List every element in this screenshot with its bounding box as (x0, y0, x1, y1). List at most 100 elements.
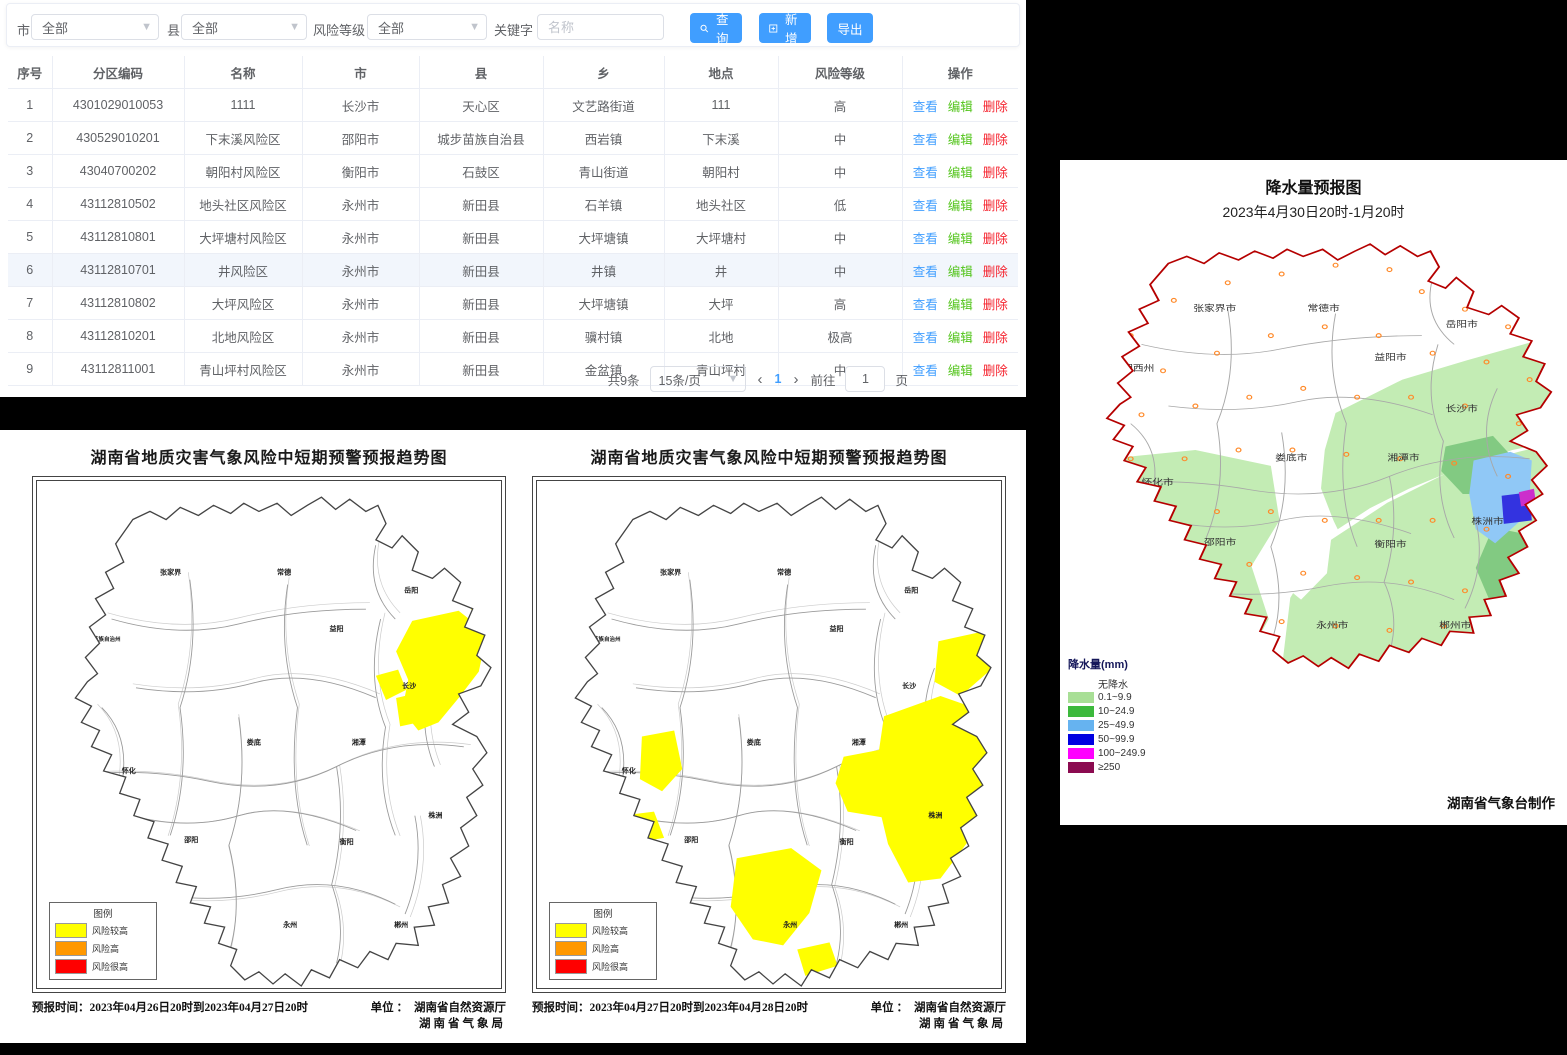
city-label: 邵阳 (183, 835, 198, 844)
city-label: 张家界 (660, 567, 682, 576)
prev-page-button[interactable]: ‹ (756, 371, 765, 388)
search-button[interactable]: 查询 (690, 13, 742, 43)
export-button[interactable]: 导出 (827, 13, 873, 43)
table-row: 643112810701井风险区永州市新田县井镇井中查看编辑删除 (8, 254, 1018, 287)
city-label: 衡阳 (340, 837, 354, 846)
pagination: 共9条 15条/页 ▼ ‹ 1 › 前往 页 (608, 366, 908, 392)
table-cell: 骥村镇 (543, 320, 664, 353)
view-link[interactable]: 查看 (913, 331, 938, 345)
county-select-value: 全部 (192, 18, 218, 37)
city-label: 张家界 (160, 567, 182, 576)
delete-link[interactable]: 删除 (983, 133, 1008, 147)
edit-link[interactable]: 编辑 (948, 199, 973, 213)
view-link[interactable]: 查看 (913, 100, 938, 114)
table-cell: 新田县 (419, 287, 543, 320)
legend-swatch (1068, 678, 1094, 689)
delete-link[interactable]: 删除 (983, 331, 1008, 345)
table-cell: 永州市 (302, 221, 419, 254)
delete-link[interactable]: 删除 (983, 298, 1008, 312)
city-label: 常德 (777, 567, 791, 576)
view-link[interactable]: 查看 (913, 232, 938, 246)
city-label: 郴州市 (1439, 619, 1471, 631)
city-label: 湘西土家族苗族自治州 (65, 635, 121, 643)
city-filter-label: 市 (17, 20, 30, 39)
edit-link[interactable]: 编辑 (948, 364, 973, 378)
legend-row: 风险很高 (555, 959, 651, 974)
table-cell: 西岩镇 (543, 122, 664, 155)
table-cell: 大坪塘村风险区 (184, 221, 302, 254)
chevron-down-icon: ▼ (469, 21, 480, 33)
chevron-down-icon: ▼ (289, 21, 300, 33)
unit-label: 单位 ： (371, 999, 408, 1031)
edit-link[interactable]: 编辑 (948, 133, 973, 147)
table-cell: 青山街道 (543, 155, 664, 188)
table-cell: 中 (778, 254, 902, 287)
city-label: 株洲市 (1471, 515, 1503, 527)
view-link[interactable]: 查看 (913, 166, 938, 180)
add-button-label: 新增 (782, 9, 801, 47)
forecast-time: 预报时间：2023年04月27日20时到2023年04月28日20时 (532, 999, 808, 1031)
page-size-select[interactable]: 15条/页 ▼ (650, 366, 746, 392)
legend-label: 10~24.9 (1098, 706, 1134, 717)
view-link[interactable]: 查看 (913, 265, 938, 279)
edit-link[interactable]: 编辑 (948, 331, 973, 345)
legend-label: 无降水 (1098, 676, 1128, 691)
search-button-label: 查询 (713, 9, 732, 47)
city-label: 株洲 (928, 811, 942, 820)
city-label: 娄底市 (1275, 452, 1307, 464)
city-label: 益阳 (330, 624, 344, 633)
page-size-value: 15条/页 (659, 370, 701, 389)
delete-link[interactable]: 删除 (983, 166, 1008, 180)
city-label: 永州市 (1316, 619, 1348, 631)
legend-row: 无降水 (1068, 676, 1208, 690)
goto-page-input[interactable] (845, 366, 885, 392)
legend-label: ≥250 (1098, 762, 1120, 773)
plus-icon (769, 23, 778, 34)
table-cell: 石鼓区 (419, 155, 543, 188)
city-select[interactable]: 全部 ▼ (31, 14, 159, 40)
city-label: 娄底 (246, 738, 261, 747)
rain-legend: 降水量(mm) 无降水0.1~9.910~24.925~49.950~99.91… (1068, 656, 1208, 774)
view-link[interactable]: 查看 (913, 199, 938, 213)
legend-row: 100~249.9 (1068, 746, 1208, 760)
delete-link[interactable]: 删除 (983, 364, 1008, 378)
risk-level-select[interactable]: 全部 ▼ (367, 14, 487, 40)
table-cell: 5 (8, 221, 52, 254)
risk-table-panel: 市 全部 ▼ 县 全部 ▼ 风险等级 全部 ▼ 关键字 查询 (0, 0, 1026, 397)
table-cell: 青山坪村风险区 (184, 353, 302, 386)
city-label: 永州 (282, 920, 297, 929)
trend-map-2-box: 张家界常德岳阳湘西土家族苗族自治州益阳长沙湘潭娄底怀化邵阳衡阳株洲永州郴州 图例… (532, 476, 1006, 993)
view-link[interactable]: 查看 (913, 298, 938, 312)
table-cell: 6 (8, 254, 52, 287)
delete-link[interactable]: 删除 (983, 265, 1008, 279)
table-cell: 井 (664, 254, 778, 287)
delete-link[interactable]: 删除 (983, 199, 1008, 213)
table-cell: 新田县 (419, 188, 543, 221)
current-page[interactable]: 1 (775, 372, 782, 386)
table-cell: 43112810802 (52, 287, 184, 320)
edit-link[interactable]: 编辑 (948, 298, 973, 312)
delete-link[interactable]: 删除 (983, 232, 1008, 246)
add-button[interactable]: 新增 (759, 13, 811, 43)
edit-link[interactable]: 编辑 (948, 166, 973, 180)
county-select[interactable]: 全部 ▼ (181, 14, 307, 40)
delete-link[interactable]: 删除 (983, 100, 1008, 114)
keyword-input[interactable] (537, 14, 664, 40)
page-unit-label: 页 (895, 370, 908, 389)
table-cell: 新田县 (419, 254, 543, 287)
filter-bar: 市 全部 ▼ 县 全部 ▼ 风险等级 全部 ▼ 关键字 查询 (6, 3, 1020, 47)
actions-cell: 查看编辑删除 (902, 221, 1018, 254)
edit-link[interactable]: 编辑 (948, 100, 973, 114)
trend-map-2-legend: 图例 风险较高风险高风险很高 (549, 902, 657, 980)
edit-link[interactable]: 编辑 (948, 265, 973, 279)
trend-legend-rows: 风险较高风险高风险很高 (555, 923, 651, 974)
next-page-button[interactable]: › (791, 371, 800, 388)
city-label: 郴州 (394, 920, 408, 929)
view-link[interactable]: 查看 (913, 133, 938, 147)
view-link[interactable]: 查看 (913, 364, 938, 378)
edit-link[interactable]: 编辑 (948, 232, 973, 246)
export-button-label: 导出 (837, 19, 862, 38)
legend-row: ≥250 (1068, 760, 1208, 774)
city-label: 湘潭 (852, 738, 866, 747)
column-header: 地点 (664, 56, 778, 89)
